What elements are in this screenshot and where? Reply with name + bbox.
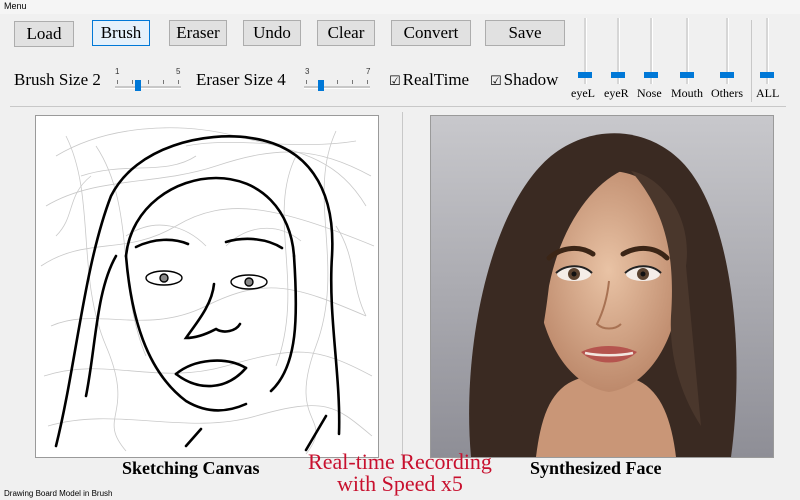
brush-button[interactable]: Brush: [92, 20, 150, 46]
undo-button[interactable]: Undo: [243, 20, 301, 46]
eraser-size-label: Eraser Size 4: [196, 70, 286, 89]
slider-thumb[interactable]: [611, 72, 625, 78]
sketch-eye-strokes: [145, 270, 268, 290]
slider-thumb[interactable]: [760, 72, 774, 78]
brush-size-slider-thumb[interactable]: [135, 80, 141, 91]
eyeL-label: eyeL: [571, 86, 595, 100]
shadow-guide-strokes: [40, 127, 375, 455]
load-button[interactable]: Load: [14, 21, 74, 47]
menu-item[interactable]: Menu: [4, 1, 27, 11]
eraser-button[interactable]: Eraser: [169, 20, 227, 46]
face-sketch-drawing: [40, 127, 375, 455]
slider-thumb[interactable]: [680, 72, 694, 78]
brush-size-value: 2: [92, 70, 101, 89]
eraser-size-value: 4: [277, 70, 286, 89]
brush-size-track[interactable]: [115, 86, 181, 89]
eyeR-slider[interactable]: [607, 18, 629, 84]
eyeL-slider[interactable]: [574, 18, 596, 84]
panel-divider: [402, 112, 403, 460]
clear-button[interactable]: Clear: [317, 20, 375, 46]
slider-thumb[interactable]: [720, 72, 734, 78]
eraser-size-track[interactable]: [304, 86, 370, 89]
menu-bar[interactable]: Menu: [0, 0, 800, 14]
eyeR-label: eyeR: [604, 86, 629, 100]
slider-thumb[interactable]: [578, 72, 592, 78]
others-slider[interactable]: [716, 18, 738, 84]
mouth-label: Mouth: [671, 86, 704, 100]
eraser-size-max: 7: [366, 67, 371, 76]
synthesized-face-illustration: [431, 116, 773, 457]
brush-size-ticks: [117, 80, 179, 84]
recording-line-1: Real-time Recording: [308, 449, 492, 474]
sketching-canvas[interactable]: [35, 115, 379, 458]
eraser-size-slider-thumb[interactable]: [318, 80, 324, 91]
slider-group-divider: [751, 20, 752, 102]
sketching-canvas-caption: Sketching Canvas: [122, 458, 260, 478]
all-slider[interactable]: [756, 18, 778, 84]
slider-thumb[interactable]: [644, 72, 658, 78]
brush-size-min: 1: [115, 67, 120, 76]
status-bar: Drawing Board Model in Brush: [4, 489, 113, 498]
mouth-slider[interactable]: [676, 18, 698, 84]
eraser-size-ticks: [306, 80, 368, 84]
brush-size-max: 5: [176, 67, 181, 76]
save-button[interactable]: Save: [485, 20, 565, 46]
sketch-outline-strokes: [54, 135, 341, 452]
nose-label: Nose: [637, 86, 662, 100]
shadow-checkbox[interactable]: ☑ Shadow: [490, 70, 558, 90]
others-label: Others: [711, 86, 743, 100]
nose-slider[interactable]: [640, 18, 662, 84]
synthesized-face-image: [430, 115, 774, 458]
toolbar-separator: [10, 106, 786, 107]
realtime-checkbox[interactable]: ☑ RealTime: [389, 70, 469, 90]
convert-button[interactable]: Convert: [391, 20, 471, 46]
checkbox-checked-icon: ☑: [490, 74, 502, 89]
checkbox-checked-icon: ☑: [389, 74, 401, 89]
eraser-size-min: 3: [305, 67, 310, 76]
brush-size-label: Brush Size 2: [14, 70, 101, 89]
all-label: ALL: [756, 86, 780, 100]
